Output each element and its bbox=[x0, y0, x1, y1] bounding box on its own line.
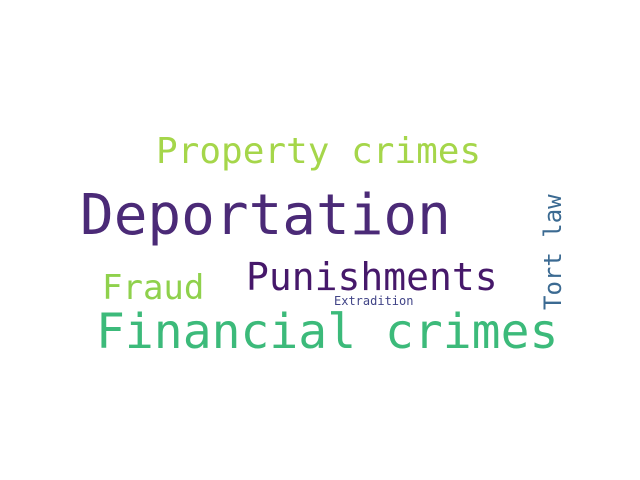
word-fraud: Fraud bbox=[102, 268, 205, 308]
word-financial-crimes: Financial crimes bbox=[96, 304, 559, 360]
word-cloud: Property crimes Deportation Punishments … bbox=[0, 0, 640, 480]
word-property-crimes: Property crimes bbox=[156, 131, 482, 172]
word-deportation: Deportation bbox=[80, 183, 451, 248]
word-extradition: Extradition bbox=[334, 294, 414, 308]
word-tort-law: Tort law bbox=[539, 194, 567, 310]
word-punishments: Punishments bbox=[246, 255, 498, 299]
